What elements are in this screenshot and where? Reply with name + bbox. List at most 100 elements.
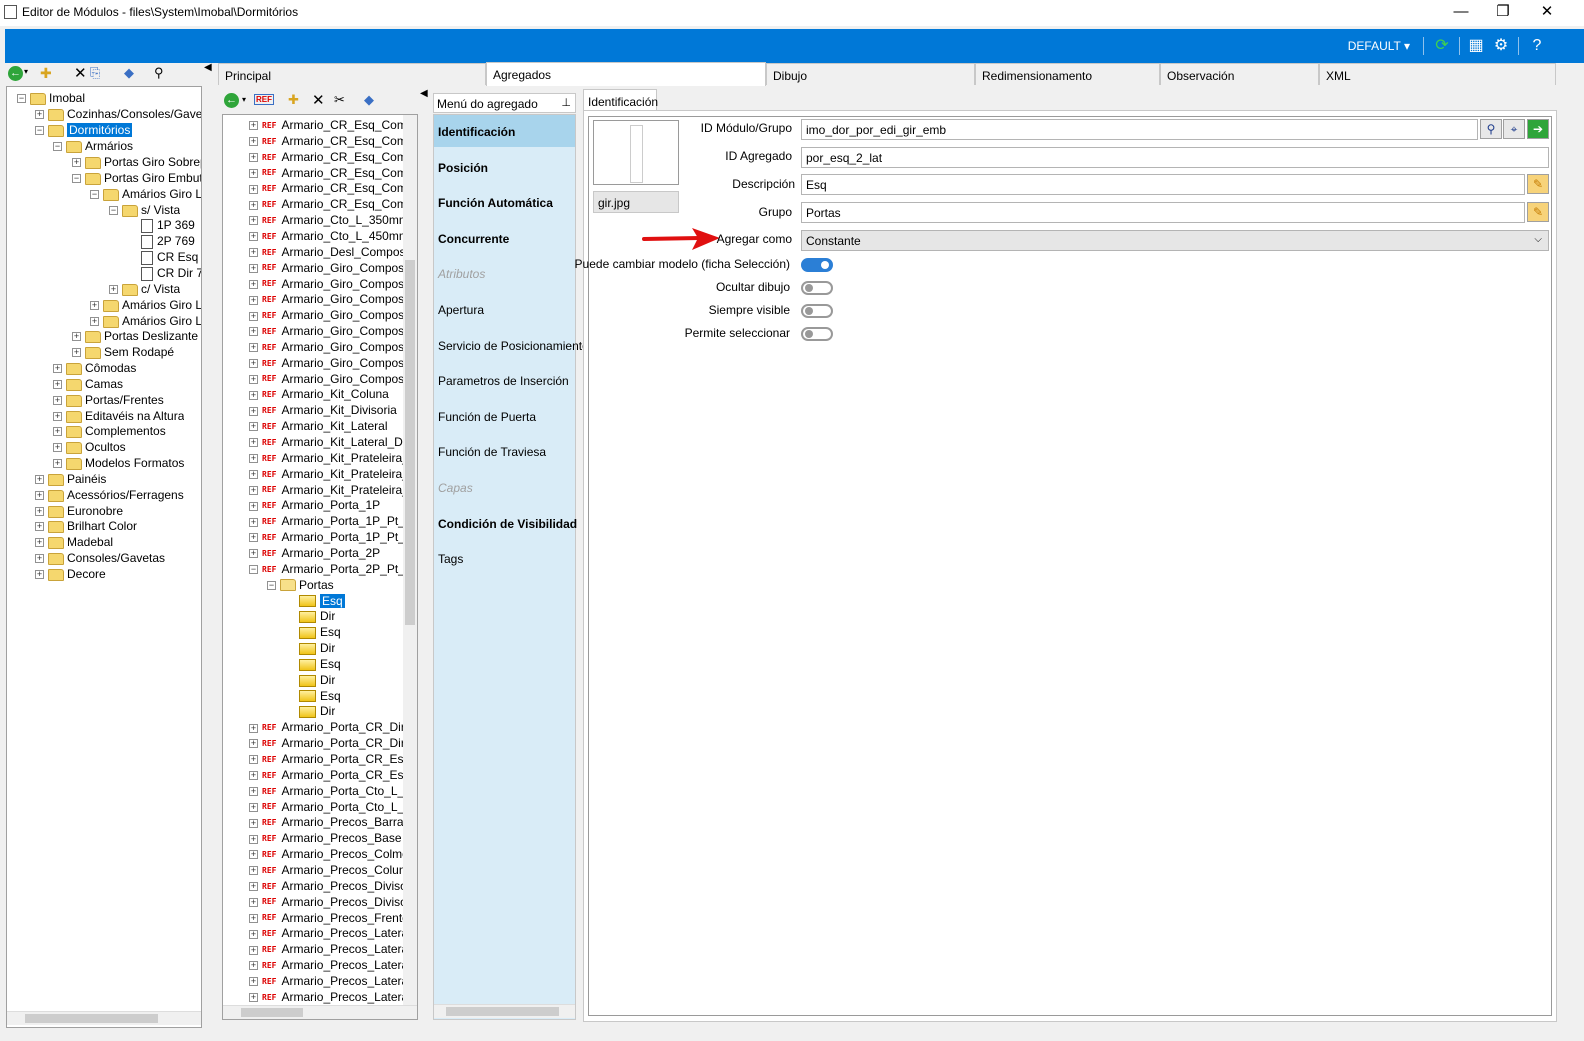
minimize-button[interactable]: — — [1438, 0, 1484, 26]
tree-item[interactable]: + Portas Giro Sobrepor — [72, 154, 201, 170]
tree-item[interactable]: + Editavéis na Altura — [53, 408, 184, 424]
expand-icon[interactable]: + — [35, 538, 44, 548]
back-icon[interactable]: ← — [224, 93, 239, 108]
tree-item[interactable]: + Sem Rodapé — [72, 344, 174, 360]
aggregate-item[interactable]: + REF Armario_Giro_Composic — [249, 355, 413, 371]
tree-item[interactable]: − Portas Giro Embutido — [72, 170, 201, 186]
tree-item[interactable]: + c/ Vista — [109, 281, 180, 297]
expand-icon[interactable]: + — [249, 279, 258, 289]
expand-icon[interactable]: + — [90, 317, 99, 327]
expand-icon[interactable]: + — [249, 137, 258, 147]
tree-item[interactable]: + Consoles/Gavetas — [35, 550, 165, 566]
aggregate-item[interactable]: + REF Armario_Precos_Diviso — [249, 894, 407, 910]
aggregate-item[interactable]: Dir — [299, 608, 335, 624]
aggregate-item[interactable]: + REF Armario_Porta_1P_Pt_E — [249, 529, 413, 545]
expand-icon[interactable]: + — [249, 501, 258, 511]
expand-icon[interactable]: + — [249, 153, 258, 163]
aggregate-item[interactable]: + REF Armario_CR_Esq_Comp — [249, 149, 414, 165]
menu-item-8[interactable]: Función de Puerta — [434, 400, 575, 432]
dropdown-arrow-icon[interactable]: ▾ — [242, 95, 246, 104]
expand-icon[interactable]: + — [249, 771, 258, 781]
toggle-switch[interactable] — [801, 327, 833, 341]
aggregate-item[interactable]: + REF Armario_Cto_L_350mm_ — [249, 212, 416, 228]
expand-icon[interactable]: + — [249, 929, 258, 939]
tree-item[interactable]: 2P 769 — [128, 233, 195, 249]
expand-icon[interactable]: + — [35, 475, 44, 485]
aggregate-item[interactable]: + REF Armario_CR_Esq_Comp — [249, 180, 414, 196]
aggregate-item[interactable]: + REF Armario_Desl_Composi — [249, 244, 408, 260]
aggregate-item[interactable]: + REF Armario_Precos_Colme — [249, 846, 409, 862]
expand-icon[interactable]: + — [249, 993, 258, 1003]
layout-icon[interactable]: ▦ — [1466, 36, 1486, 56]
new-folder-icon[interactable]: ✚ — [40, 65, 52, 82]
paste-icon[interactable]: ◆ — [124, 65, 134, 81]
expand-icon[interactable]: + — [109, 285, 118, 295]
expand-icon[interactable]: + — [249, 945, 258, 955]
tab-redimensionamento[interactable]: Redimensionamento — [975, 63, 1160, 85]
aggregate-item[interactable]: + REF Armario_Porta_CR_Dir_ — [249, 735, 412, 751]
toggle-switch[interactable] — [801, 281, 833, 295]
aggregate-item[interactable]: + REF Armario_Precos_Diviso — [249, 878, 407, 894]
aggregate-item[interactable]: + REF Armario_Porta_1P — [249, 497, 380, 513]
tree-item[interactable]: + Ocultos — [53, 439, 126, 455]
tab-dibujo[interactable]: Dibujo — [766, 63, 975, 85]
search-icon[interactable]: ⚲ — [154, 65, 164, 81]
expand-icon[interactable]: + — [249, 422, 258, 432]
cut-icon[interactable]: ✂ — [334, 92, 345, 108]
expand-icon[interactable]: + — [249, 723, 258, 733]
collapse-icon[interactable]: − — [72, 174, 81, 184]
tree-item[interactable]: + Acessórios/Ferragens — [35, 487, 184, 503]
expand-icon[interactable]: + — [53, 443, 62, 453]
expand-icon[interactable]: + — [249, 121, 258, 131]
refresh-icon[interactable]: ⟳ — [1432, 36, 1452, 56]
expand-icon[interactable]: + — [249, 882, 258, 892]
menu-item-7[interactable]: Parametros de Inserción — [434, 364, 575, 396]
tab-observación[interactable]: Observación — [1160, 63, 1319, 85]
aggregate-item[interactable]: + REF Armario_Porta_Cto_L_4 — [249, 799, 411, 815]
expand-icon[interactable]: + — [90, 301, 99, 311]
collapse-icon[interactable]: − — [90, 190, 99, 200]
aggregate-item[interactable]: + REF Armario_Precos_Lateral — [249, 957, 411, 973]
expand-icon[interactable]: + — [249, 787, 258, 797]
expand-icon[interactable]: + — [249, 470, 258, 480]
collapse-icon[interactable]: − — [267, 580, 276, 590]
expand-icon[interactable]: + — [249, 897, 258, 907]
go-icon[interactable]: ➔ — [1527, 119, 1549, 139]
tree-item[interactable]: + Painéis — [35, 471, 106, 487]
aggregate-item[interactable]: + REF Armario_Giro_Composic — [249, 260, 413, 276]
aggregate-item[interactable]: Dir — [299, 640, 335, 656]
expand-icon[interactable]: + — [249, 327, 258, 337]
translate-icon[interactable]: ✎ — [1527, 174, 1549, 194]
collapse-icon[interactable]: − — [35, 126, 44, 136]
menu-item-2[interactable]: Función Automática — [434, 186, 575, 218]
collapse-icon[interactable]: − — [17, 94, 26, 104]
collapse-icon[interactable]: − — [53, 142, 62, 152]
tree-item[interactable]: + Cômodas — [53, 360, 136, 376]
expand-icon[interactable]: + — [249, 961, 258, 971]
expand-icon[interactable]: + — [249, 295, 258, 305]
aggregate-item[interactable]: + REF Armario_CR_Esq_Comp — [249, 165, 414, 181]
aggregate-item[interactable]: + REF Armario_Porta_1P_Pt_E — [249, 513, 413, 529]
tree-item[interactable]: + Brilhart Color — [35, 518, 137, 534]
aggregate-item[interactable]: Dir — [299, 703, 335, 719]
expand-icon[interactable]: + — [249, 549, 258, 559]
expand-icon[interactable]: + — [249, 818, 258, 828]
expand-icon[interactable]: + — [249, 184, 258, 194]
menu-item-11[interactable]: Condición de Visibilidad — [434, 507, 577, 539]
expand-icon[interactable]: + — [72, 158, 81, 168]
tab-identificacion[interactable]: Identificación — [583, 89, 658, 111]
copy-icon[interactable]: ⎘ — [90, 65, 100, 81]
close-button[interactable]: ✕ — [1524, 0, 1570, 26]
expand-icon[interactable]: + — [249, 359, 258, 369]
delete-icon[interactable]: ✕ — [312, 91, 325, 109]
aggregate-item[interactable]: Esq — [299, 624, 341, 640]
aggregate-item[interactable]: + REF Armario_Kit_Prateleira_ — [249, 450, 409, 466]
aggregate-item[interactable]: + REF Armario_CR_Esq_Comp — [249, 117, 414, 133]
expand-icon[interactable]: + — [35, 554, 44, 564]
menu-item-0[interactable]: Identificación — [434, 115, 575, 147]
aggregate-item[interactable]: + REF Armario_Precos_Frente — [249, 910, 409, 926]
expand-icon[interactable]: + — [249, 374, 258, 384]
expand-icon[interactable]: + — [249, 263, 258, 273]
tree-item[interactable]: + Complementos — [53, 423, 166, 439]
aggregate-item[interactable]: + REF Armario_Precos_Lateral — [249, 973, 411, 989]
